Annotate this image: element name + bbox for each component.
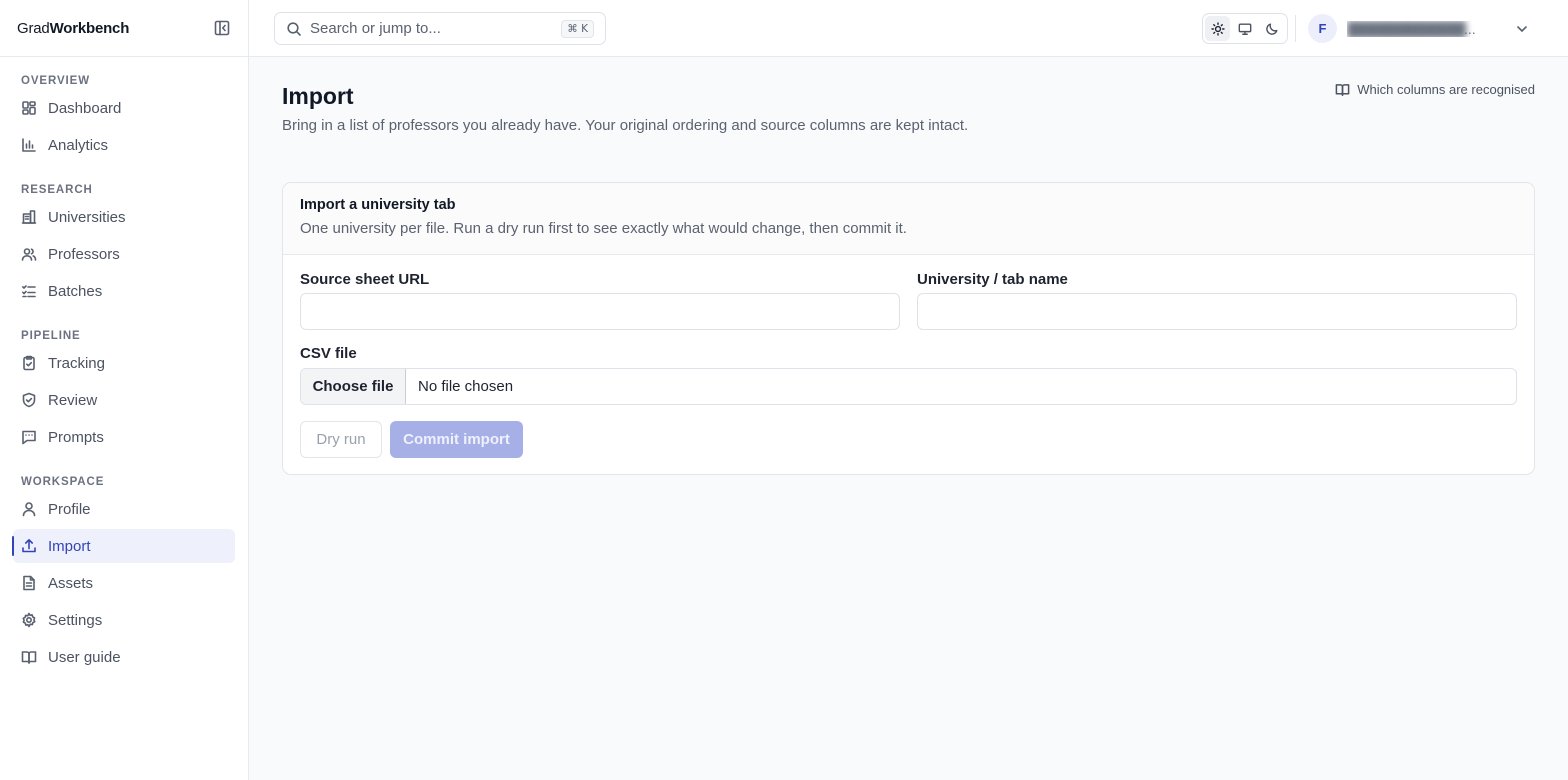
theme-light-button[interactable] — [1205, 16, 1230, 41]
section-label-overview: OVERVIEW — [21, 75, 90, 87]
page-subtitle: Bring in a list of professors you alread… — [282, 117, 969, 134]
file-text-icon — [21, 575, 37, 591]
sidebar-item-label: User guide — [48, 648, 121, 666]
sidebar-item-label: Analytics — [48, 136, 109, 154]
dry-run-button[interactable]: Dry run — [300, 421, 382, 458]
theme-toggle — [1202, 13, 1288, 44]
sidebar-item-dashboard[interactable]: Dashboard — [13, 91, 235, 125]
sidebar-item-label: Profile — [48, 500, 91, 518]
tab-name-input[interactable] — [917, 293, 1517, 330]
clipboard-check-icon — [21, 355, 37, 371]
sidebar-item-universities[interactable]: Universities — [13, 200, 235, 234]
user-icon — [21, 501, 37, 517]
import-card: Import a university tab One university p… — [282, 182, 1535, 475]
choose-file-button[interactable]: Choose file — [301, 369, 406, 404]
source-url-input[interactable] — [300, 293, 900, 330]
brand-bold: Workbench — [49, 19, 130, 37]
upload-icon — [21, 538, 37, 554]
sidebar-item-import[interactable]: Import — [12, 529, 235, 563]
book-icon — [1335, 82, 1350, 97]
building-icon — [21, 209, 37, 225]
sidebar-item-profile[interactable]: Profile — [13, 492, 235, 526]
avatar: F — [1308, 14, 1337, 43]
sidebar-item-label: Assets — [48, 574, 94, 592]
monitor-icon — [1238, 22, 1252, 36]
page-title: Import — [282, 83, 354, 109]
shield-check-icon — [21, 392, 37, 408]
sidebar-collapse-icon[interactable] — [214, 20, 230, 36]
app-logo[interactable]: GradWorkbench — [17, 20, 129, 37]
sidebar-item-user-guide[interactable]: User guide — [13, 640, 235, 674]
sidebar-item-label: Universities — [48, 208, 126, 226]
topbar-divider — [1295, 15, 1296, 42]
brand-prefix: Grad — [17, 19, 50, 37]
user-email-redacted: ████████████ — [1347, 20, 1467, 37]
search-icon — [286, 21, 302, 37]
dashboard-icon — [21, 100, 37, 116]
sidebar-item-label: Dashboard — [48, 99, 122, 117]
sun-icon — [1210, 21, 1225, 36]
sidebar: GradWorkbench OVERVIEW Dashboard Analyti… — [0, 0, 249, 780]
search-input[interactable]: Search or jump to... ⌘ K — [274, 12, 606, 45]
columns-help-label: Which columns are recognised — [1357, 82, 1535, 97]
sidebar-item-assets[interactable]: Assets — [13, 566, 235, 600]
message-square-icon — [21, 429, 37, 445]
sidebar-item-label: Tracking — [48, 354, 105, 372]
commit-import-button[interactable]: Commit import — [390, 421, 523, 458]
csv-file-input[interactable]: Choose file No file chosen — [300, 368, 1517, 405]
sidebar-nav: OVERVIEW Dashboard Analytics RESEARCH Un… — [0, 57, 248, 674]
checklist-icon — [21, 283, 37, 299]
sidebar-item-label: Import — [48, 537, 91, 555]
brand-row: GradWorkbench — [0, 0, 248, 57]
sidebar-item-professors[interactable]: Professors — [13, 237, 235, 271]
file-status-text: No file chosen — [418, 378, 514, 395]
columns-help-link[interactable]: Which columns are recognised — [1335, 82, 1535, 97]
theme-system-button[interactable] — [1232, 16, 1257, 41]
bar-chart-icon — [21, 137, 37, 153]
user-email: ████████████... — [1347, 21, 1499, 37]
import-card-title: Import a university tab — [300, 197, 456, 213]
gear-icon — [21, 612, 37, 628]
tab-name-label: University / tab name — [917, 271, 1068, 288]
section-label-research: RESEARCH — [21, 184, 93, 196]
search-shortcut-hint: ⌘ K — [561, 19, 594, 38]
sidebar-item-batches[interactable]: Batches — [13, 274, 235, 308]
sidebar-item-analytics[interactable]: Analytics — [13, 128, 235, 162]
sidebar-item-label: Review — [48, 391, 98, 409]
sidebar-item-label: Prompts — [48, 428, 104, 446]
section-label-workspace: WORKSPACE — [21, 476, 105, 488]
sidebar-item-review[interactable]: Review — [13, 383, 235, 417]
section-label-pipeline: PIPELINE — [21, 330, 81, 342]
csv-file-label: CSV file — [300, 345, 357, 362]
import-card-header: Import a university tab One university p… — [283, 183, 1534, 255]
book-icon — [21, 649, 37, 665]
sidebar-item-label: Settings — [48, 611, 103, 629]
users-icon — [21, 246, 37, 262]
sidebar-item-label: Professors — [48, 245, 120, 263]
sidebar-item-label: Batches — [48, 282, 103, 300]
import-card-description: One university per file. Run a dry run f… — [300, 220, 907, 237]
user-menu[interactable]: F ████████████... — [1308, 12, 1544, 45]
search-placeholder: Search or jump to... — [310, 20, 441, 37]
topbar: Search or jump to... ⌘ K F ████████████.… — [249, 0, 1568, 57]
moon-icon — [1265, 22, 1279, 36]
sidebar-item-settings[interactable]: Settings — [13, 603, 235, 637]
sidebar-item-prompts[interactable]: Prompts — [13, 420, 235, 454]
chevron-down-icon — [1514, 21, 1530, 37]
sidebar-item-tracking[interactable]: Tracking — [13, 346, 235, 380]
theme-dark-button[interactable] — [1259, 16, 1284, 41]
source-url-label: Source sheet URL — [300, 271, 430, 288]
main-content: Import Bring in a list of professors you… — [249, 57, 1568, 780]
